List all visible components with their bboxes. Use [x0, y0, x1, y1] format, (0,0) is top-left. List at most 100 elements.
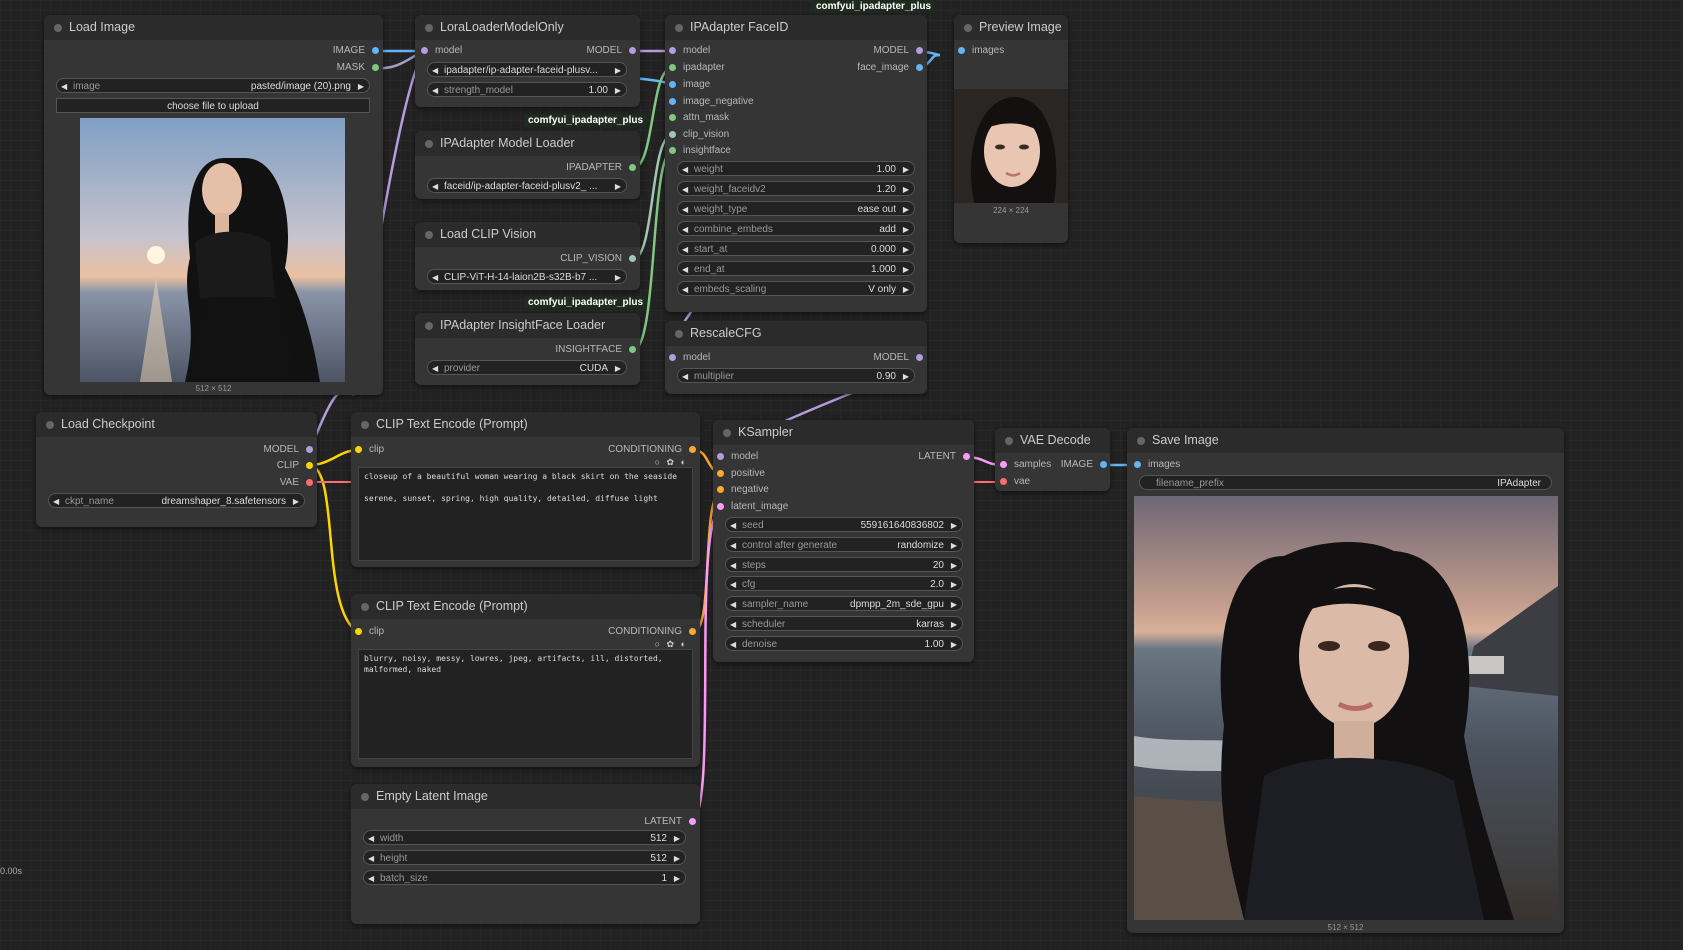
arrow-left-icon[interactable]: ◀	[730, 558, 736, 573]
input-image[interactable]: image	[669, 78, 710, 92]
pin-insightface-icon[interactable]	[669, 147, 676, 154]
arrow-right-icon[interactable]: ▶	[615, 63, 621, 78]
pin-clip-icon[interactable]	[355, 446, 362, 453]
arrow-left-icon[interactable]: ◀	[730, 577, 736, 592]
pin-image-icon[interactable]	[1134, 461, 1141, 468]
preview-title[interactable]: Preview Image	[954, 15, 1068, 40]
pin-image-icon[interactable]	[1100, 461, 1107, 468]
arrow-left-icon[interactable]: ◀	[682, 282, 688, 297]
arrow-right-icon[interactable]: ▶	[951, 538, 957, 553]
cfg-widget[interactable]: ◀ cfg 2.0 ▶	[725, 576, 963, 591]
pin-model-icon[interactable]	[669, 47, 676, 54]
pin-model-icon[interactable]	[421, 47, 428, 54]
negative-prompt-textarea[interactable]: blurry, noisy, messy, lowres, jpeg, arti…	[358, 649, 693, 759]
arrow-left-icon[interactable]: ◀	[730, 637, 736, 652]
clip-pos-title[interactable]: CLIP Text Encode (Prompt)	[351, 412, 700, 437]
arrow-left-icon[interactable]: ◀	[682, 182, 688, 197]
output-model[interactable]: MODEL	[873, 44, 923, 58]
pin-vae-icon[interactable]	[1000, 478, 1007, 485]
pin-clip-vision-icon[interactable]	[669, 131, 676, 138]
collapse-dot-icon[interactable]	[1137, 437, 1145, 445]
arrow-right-icon[interactable]: ▶	[674, 831, 680, 846]
arrow-left-icon[interactable]: ◀	[368, 831, 374, 846]
arrow-left-icon[interactable]: ◀	[682, 202, 688, 217]
arrow-left-icon[interactable]: ◀	[682, 222, 688, 237]
pin-clip-vision-icon[interactable]	[629, 255, 636, 262]
input-clip[interactable]: clip	[355, 443, 384, 457]
output-model[interactable]: MODEL	[586, 44, 636, 58]
faceid-title[interactable]: IPAdapter FaceID	[665, 15, 927, 40]
vae-decode-title[interactable]: VAE Decode	[995, 428, 1110, 453]
pin-conditioning-icon[interactable]	[689, 628, 696, 635]
load-checkpoint-node[interactable]: Load Checkpoint MODEL CLIP VAE ◀ ckpt_nam…	[36, 412, 317, 527]
arrow-left-icon[interactable]: ◀	[730, 518, 736, 533]
batch-size-widget[interactable]: ◀ batch_size 1 ▶	[363, 870, 686, 885]
output-latent[interactable]: LATENT	[644, 815, 696, 829]
pin-ipadapter-icon[interactable]	[669, 64, 676, 71]
steps-widget[interactable]: ◀ steps 20 ▶	[725, 557, 963, 572]
arrow-right-icon[interactable]: ▶	[674, 871, 680, 886]
ckpt-name-widget[interactable]: ◀ ckpt_name dreamshaper_8.safetensors ▶	[48, 493, 305, 508]
pin-image-icon[interactable]	[669, 81, 676, 88]
input-images[interactable]: images	[1134, 458, 1180, 472]
arrow-right-icon[interactable]: ▶	[903, 282, 909, 297]
collapse-dot-icon[interactable]	[425, 231, 433, 239]
arrow-right-icon[interactable]: ▶	[615, 83, 621, 98]
collapse-dot-icon[interactable]	[54, 24, 62, 32]
arrow-right-icon[interactable]: ▶	[615, 270, 621, 285]
input-latent-image[interactable]: latent_image	[717, 500, 788, 514]
pin-clip-icon[interactable]	[306, 462, 313, 469]
collapse-dot-icon[interactable]	[723, 429, 731, 437]
arrow-right-icon[interactable]: ▶	[903, 222, 909, 237]
input-images[interactable]: images	[958, 44, 1004, 58]
pin-clip-icon[interactable]	[355, 628, 362, 635]
input-negative[interactable]: negative	[717, 483, 769, 497]
arrow-right-icon[interactable]: ▶	[903, 182, 909, 197]
multiplier-widget[interactable]: ◀ multiplier 0.90 ▶	[677, 368, 915, 383]
input-samples[interactable]: samples	[1000, 458, 1051, 472]
collapse-dot-icon[interactable]	[361, 793, 369, 801]
load-image-node[interactable]: Load Image IMAGE MASK ◀ image pasted/image…	[44, 15, 383, 395]
rescale-title[interactable]: RescaleCFG	[665, 321, 927, 346]
input-vae[interactable]: vae	[1000, 475, 1030, 489]
width-widget[interactable]: ◀ width 512 ▶	[363, 830, 686, 845]
arrow-left-icon[interactable]: ◀	[53, 494, 59, 509]
collapse-dot-icon[interactable]	[425, 24, 433, 32]
output-image[interactable]: IMAGE	[1061, 458, 1107, 472]
preview-image-node[interactable]: Preview Image images 224 × 224	[954, 15, 1068, 243]
pin-latent-icon[interactable]	[963, 453, 970, 460]
input-model[interactable]: model	[669, 44, 710, 58]
collapse-dot-icon[interactable]	[1005, 437, 1013, 445]
input-model[interactable]: model	[717, 450, 758, 464]
arrow-right-icon[interactable]: ▶	[615, 361, 621, 376]
save-image-title[interactable]: Save Image	[1127, 428, 1564, 453]
ksampler-title[interactable]: KSampler	[713, 420, 974, 445]
input-model[interactable]: model	[421, 44, 462, 58]
ipadapter-loader-title[interactable]: IPAdapter Model Loader	[415, 131, 640, 156]
insightface-title[interactable]: IPAdapter InsightFace Loader	[415, 313, 640, 338]
pin-model-icon[interactable]	[669, 354, 676, 361]
input-positive[interactable]: positive	[717, 467, 765, 481]
clip-vision-file-widget[interactable]: ◀ CLIP-ViT-H-14-laion2B-s32B-b7 ... ▶	[427, 269, 627, 284]
input-clip-vision[interactable]: clip_vision	[669, 128, 729, 142]
load-image-title[interactable]: Load Image	[44, 15, 383, 40]
arrow-left-icon[interactable]: ◀	[730, 538, 736, 553]
pin-model-icon[interactable]	[916, 47, 923, 54]
output-vae[interactable]: VAE	[280, 476, 313, 490]
ksampler-node[interactable]: KSampler model positive negative latent_…	[713, 420, 974, 662]
pin-image-icon[interactable]	[372, 47, 379, 54]
output-model[interactable]: MODEL	[873, 351, 923, 365]
pin-model-icon[interactable]	[717, 453, 724, 460]
arrow-left-icon[interactable]: ◀	[682, 242, 688, 257]
collapse-dot-icon[interactable]	[361, 421, 369, 429]
arrow-left-icon[interactable]: ◀	[730, 617, 736, 632]
pin-image-icon[interactable]	[958, 47, 965, 54]
arrow-right-icon[interactable]: ▶	[951, 597, 957, 612]
arrow-right-icon[interactable]: ▶	[903, 242, 909, 257]
output-face-image[interactable]: face_image	[857, 61, 923, 75]
input-clip[interactable]: clip	[355, 625, 384, 639]
collapse-dot-icon[interactable]	[361, 603, 369, 611]
clip-vision-title[interactable]: Load CLIP Vision	[415, 222, 640, 247]
ipadapter-model-loader-node[interactable]: IPAdapter Model Loader IPADAPTER ◀ faceid…	[415, 131, 640, 199]
lora-loader-node[interactable]: LoraLoaderModelOnly model MODEL ◀ ipadapt…	[415, 15, 640, 107]
